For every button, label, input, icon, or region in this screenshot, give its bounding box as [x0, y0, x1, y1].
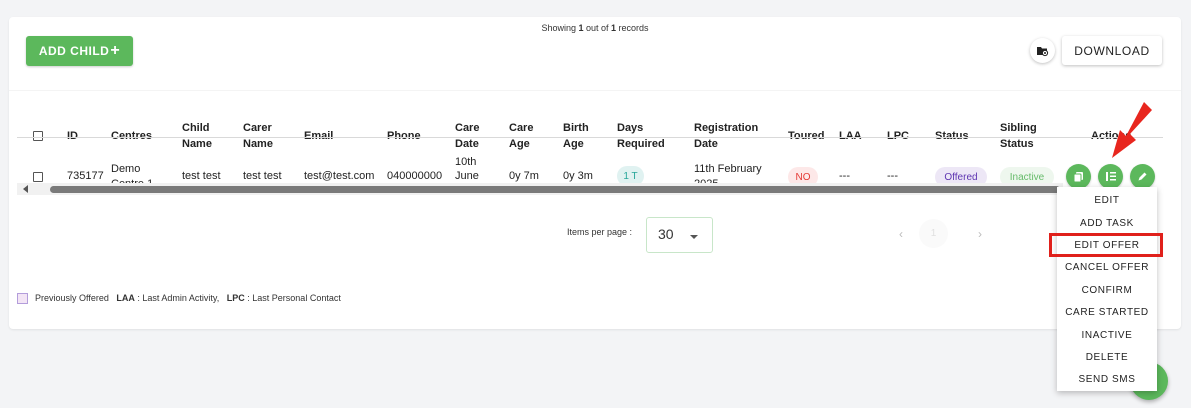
header-care-date-line2[interactable]: Date [455, 137, 479, 152]
folder-toggle-icon [1037, 46, 1049, 56]
list-icon [1105, 172, 1116, 181]
current-page-button[interactable]: 1 [919, 219, 948, 248]
red-arrow-icon [1112, 102, 1152, 158]
edit-offer-highlight-box [1049, 233, 1163, 257]
horizontal-scrollbar[interactable] [17, 183, 1063, 195]
cell-child-name: test test [182, 170, 221, 182]
menu-item-edit[interactable]: EDIT [1057, 195, 1157, 206]
previously-offered-swatch [17, 293, 28, 304]
cell-care-date-line1: 10th [455, 156, 477, 168]
toolbar-divider [9, 90, 1181, 91]
menu-item-care-started[interactable]: CARE STARTED [1057, 307, 1157, 318]
menu-item-confirm[interactable]: CONFIRM [1057, 285, 1157, 296]
download-button[interactable]: DOWNLOAD [1062, 36, 1162, 65]
cell-lpc: --- [887, 170, 898, 182]
pencil-icon [1138, 172, 1147, 181]
add-child-button[interactable]: ADD CHILD + [26, 36, 133, 66]
scrollbar-thumb[interactable] [50, 186, 1060, 193]
items-per-page-select[interactable]: 30 [646, 217, 713, 253]
items-per-page-label: Items per page : [567, 227, 633, 237]
items-per-page-value: 30 [658, 226, 674, 242]
menu-item-add-task[interactable]: ADD TASK [1057, 218, 1157, 229]
legend: Previously Offered LAA : Last Admin Acti… [35, 293, 341, 303]
row-checkbox[interactable] [33, 172, 43, 182]
cell-care-date-line2: June [455, 170, 479, 182]
next-page-button[interactable]: › [978, 227, 982, 241]
view-toggle-button[interactable] [1030, 38, 1055, 63]
select-all-checkbox[interactable] [33, 131, 43, 141]
header-carer-name-line2[interactable]: Name [243, 137, 273, 152]
cell-laa: --- [839, 170, 850, 182]
chevron-down-icon [690, 235, 698, 239]
records-count: Showing 1 out of 1 records [541, 23, 649, 33]
menu-item-cancel-offer[interactable]: CANCEL OFFER [1057, 262, 1157, 273]
header-care-age-line2[interactable]: Age [509, 137, 530, 152]
header-child-name-line1[interactable]: Child [182, 121, 210, 136]
header-days-required-line2[interactable]: Required [617, 137, 665, 152]
header-divider [17, 137, 1163, 138]
cell-phone: 040000000 [387, 170, 443, 182]
cell-email: test@test.com [304, 170, 375, 182]
header-registration-date-line1[interactable]: Registration [694, 121, 758, 136]
header-registration-date-line2[interactable]: Date [694, 137, 718, 152]
action-menu: EDIT ADD TASK EDIT OFFER CANCEL OFFER CO… [1057, 187, 1157, 391]
header-days-required-line1[interactable]: Days [617, 121, 643, 136]
list-button[interactable] [1098, 164, 1123, 189]
cell-carer-name: test test [243, 170, 282, 182]
copy-icon [1073, 171, 1083, 182]
header-birth-age-line2[interactable]: Age [563, 137, 584, 152]
add-child-label: ADD CHILD [38, 44, 110, 58]
header-birth-age-line1[interactable]: Birth [563, 121, 589, 136]
scroll-left-arrow-icon[interactable] [23, 185, 28, 193]
header-child-name-line2[interactable]: Name [182, 137, 212, 152]
cell-registration-date-line1: 11th February [694, 163, 762, 175]
header-care-age-line1[interactable]: Care [509, 121, 533, 136]
menu-item-send-sms[interactable]: SEND SMS [1057, 374, 1157, 385]
header-care-date-line1[interactable]: Care [455, 121, 479, 136]
cell-birth-age: 0y 3m [563, 170, 593, 182]
plus-icon: + [110, 42, 121, 59]
menu-item-inactive[interactable]: INACTIVE [1057, 330, 1157, 341]
cell-care-age: 0y 7m [509, 170, 539, 182]
header-sibling-status-line1[interactable]: Sibling [1000, 121, 1037, 136]
header-sibling-status-line2[interactable]: Status [1000, 137, 1034, 152]
copy-button[interactable] [1066, 164, 1091, 189]
cell-id: 735177 [67, 170, 104, 182]
header-carer-name-line1[interactable]: Carer [243, 121, 272, 136]
menu-item-delete[interactable]: DELETE [1057, 352, 1157, 363]
edit-button[interactable] [1130, 164, 1155, 189]
prev-page-button[interactable]: ‹ [899, 227, 903, 241]
cell-centre-line1: Demo [111, 163, 141, 175]
